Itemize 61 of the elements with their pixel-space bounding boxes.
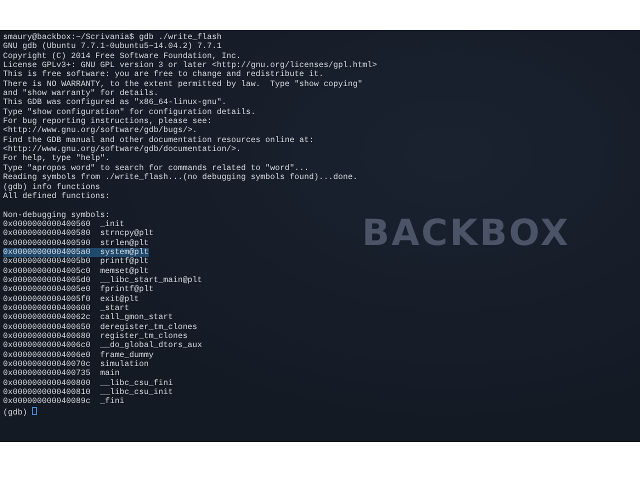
terminal-line: All defined functions: [3, 192, 111, 202]
symbol-name: fprintf@plt [100, 285, 154, 295]
terminal-line: There is NO WARRANTY, to the extent permitted by law. Type "show copying" [3, 80, 364, 89]
terminal-line: For help, type "help". [3, 154, 111, 164]
symbol-address: 0x00000000004005c0 [3, 266, 90, 276]
symbol-name: printf@plt [100, 257, 149, 267]
symbol-address: 0x0000000000400650 [3, 322, 90, 332]
symbol-name: simulation [100, 360, 149, 370]
terminal-line: Non-debugging symbols: [3, 210, 111, 220]
symbol-address: 0x00000000004005f0 [3, 294, 90, 304]
terminal-line: and "show warranty" for details. [3, 89, 158, 98]
prompt-text: (gdb) [3, 408, 28, 418]
symbol-address: 0x0000000000400800 [3, 378, 90, 388]
terminal-line: Copyright (C) 2014 Free Software Foundation, Inc. [3, 52, 242, 61]
symbol-address: 0x0000000000400600 [3, 304, 90, 314]
wallpaper-logo: BACKBOX [362, 216, 570, 252]
symbol-name: __do_global_dtors_aux [100, 341, 202, 351]
terminal-line: This GDB was configured as "x86_64-linux-gnu". [3, 98, 228, 108]
terminal-line: <http://www.gnu.org/software/gdb/bugs/>. [3, 126, 198, 136]
symbol-name: system@plt [100, 248, 149, 257]
terminal-line: Type "apropos word" to search for commands related to "word"... [3, 164, 310, 173]
symbol-address: 0x00000000004005b0 [3, 257, 90, 267]
terminal-line: <http://www.gnu.org/software/gdb/documentation/>. [3, 145, 242, 154]
terminal-line: License GPLv3+: GNU GPL version 3 or later <http://gnu.org/licenses/gpl.html> [3, 61, 378, 70]
terminal-line: (gdb) info functions [3, 182, 102, 192]
symbol-address: 0x00000000004006c0 [3, 341, 90, 351]
symbol-name: _init [100, 220, 124, 229]
symbol-address: 0x0000000000400680 [3, 332, 90, 342]
symbol-name: __libc_start_main@plt [100, 276, 202, 285]
symbol-name: call_gmon_start [100, 313, 173, 323]
symbol-address: 0x0000000000400580 [3, 229, 90, 239]
symbol-address: 0x0000000000400735 [3, 369, 90, 379]
symbol-address: 0x000000000040070c [3, 360, 90, 370]
symbol-name: register_tm_clones [100, 332, 188, 341]
symbol-name: exit@plt [100, 294, 139, 304]
terminal-line: Type "show configuration" for configuration details. [3, 108, 257, 117]
symbol-name: __libc_csu_init [100, 388, 173, 398]
symbol-name: strncpy@plt [100, 229, 154, 239]
symbol-name: frame_dummy [100, 350, 154, 360]
symbol-address: 0x0000000000400560 [3, 220, 90, 230]
symbol-name: memset@plt [100, 266, 149, 276]
symbol-name: deregister_tm_clones [100, 322, 198, 332]
terminal-line: This is free software: you are free to change and redistribute it. [3, 70, 325, 80]
symbol-address: 0x00000000004005d0 [3, 276, 90, 286]
symbol-address: 0x00000000004005a0 [3, 248, 90, 257]
symbol-address: 0x000000000040062c [3, 313, 90, 323]
symbol-name: strlen@plt [100, 238, 149, 248]
symbol-name: _fini [100, 397, 124, 407]
symbol-name: __libc_csu_fini [100, 378, 173, 388]
terminal-line: GNU gdb (Ubuntu 7.7.1-0ubuntu5~14.04.2) 7.7.1 [3, 42, 223, 52]
symbol-address: 0x0000000000400590 [3, 238, 90, 248]
symbol-name: main [100, 369, 120, 379]
terminal-line: For bug reporting instructions, please see: [3, 117, 213, 126]
symbol-address: 0x0000000000400810 [3, 388, 90, 398]
symbol-address: 0x000000000040089c [3, 397, 90, 407]
symbol-address: 0x00000000004006e0 [3, 350, 90, 360]
terminal-line: Find the GDB manual and other documentation resources online at: [3, 136, 315, 145]
terminal-line: smaury@backbox:~/Scrivania$ gdb ./write_flash [3, 33, 223, 42]
terminal-line: Reading symbols from ./write_flash...(no debugging symbols found)...done. [3, 173, 359, 182]
symbol-address: 0x00000000004005e0 [3, 285, 90, 295]
symbol-name: _start [100, 304, 130, 313]
